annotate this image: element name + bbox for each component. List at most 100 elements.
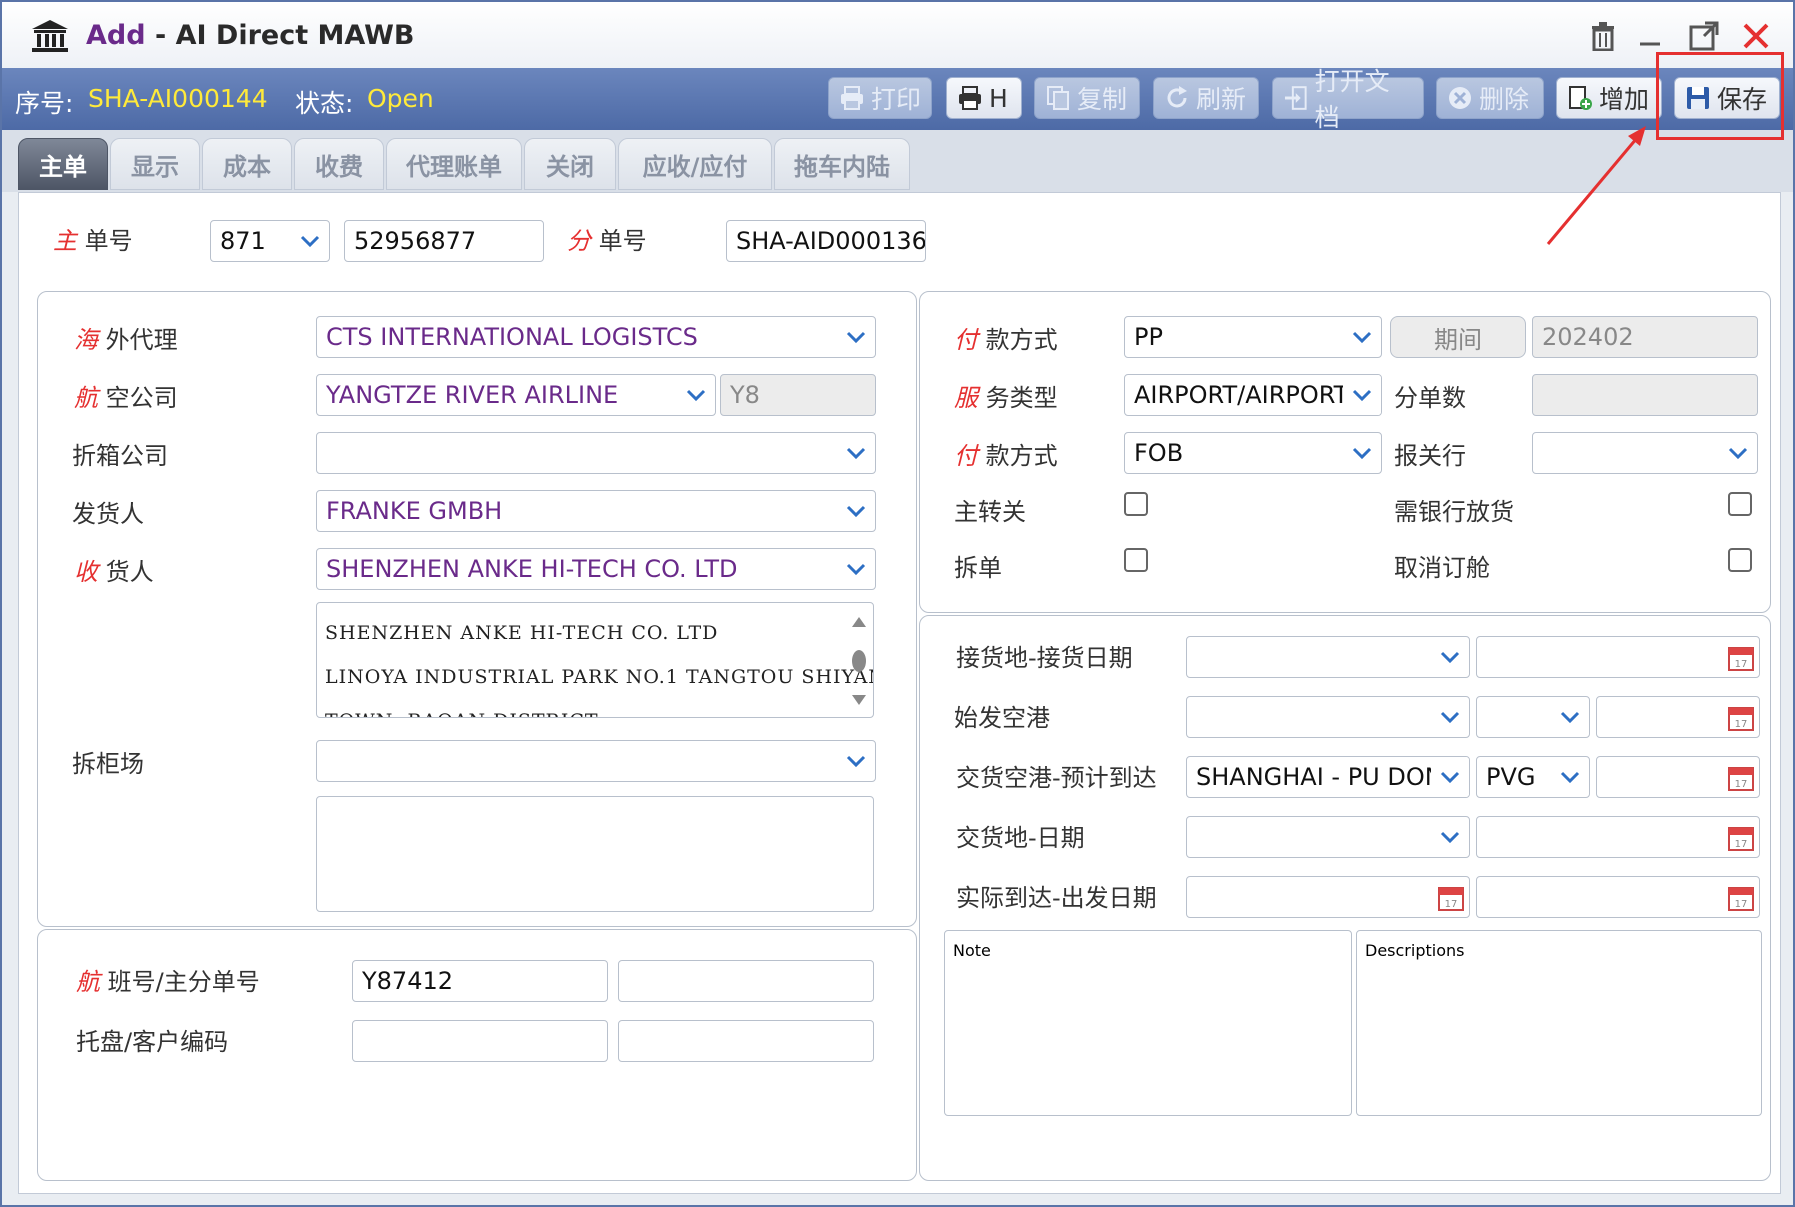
add-button[interactable]: 增加 [1556,77,1662,119]
chevron-down-icon[interactable] [837,317,875,357]
master-house-input[interactable] [618,960,874,1002]
chevron-down-icon[interactable] [1431,637,1469,677]
delivery-date-input[interactable]: 17 [1476,816,1760,858]
split-label: 拆单 [954,554,1002,582]
h-button[interactable]: H [946,77,1022,119]
origin-date-input[interactable]: 17 [1596,696,1760,738]
chevron-down-icon[interactable] [1551,697,1589,737]
chevron-down-icon[interactable] [1719,433,1757,473]
consignee-address-text: SHENZHEN ANKE HI-TECH CO. LTD LINOYA IND… [325,622,873,717]
pallet-input[interactable] [352,1020,608,1062]
consignee-select[interactable]: SHENZHEN ANKE HI-TECH CO. LTD [316,548,876,590]
flight-label: 航 班号/主分单号 [76,962,260,997]
split-checkbox[interactable] [1124,548,1148,572]
shipper-select[interactable]: FRANKE GMBH [316,490,876,532]
print-button[interactable]: 打印 [828,77,932,119]
period-button[interactable]: 期间 [1390,316,1526,358]
chevron-down-icon[interactable] [837,549,875,589]
chevron-down-icon[interactable] [1343,375,1381,415]
chevron-down-icon[interactable] [1343,433,1381,473]
printer-icon [959,86,981,110]
add-label: 增加 [1599,85,1650,114]
receipt-date-input[interactable]: 17 [1476,636,1760,678]
main-transfer-checkbox[interactable] [1124,492,1148,516]
chevron-down-icon[interactable] [677,375,715,415]
devanning-co-select[interactable] [316,432,876,474]
chevron-down-icon[interactable] [1431,697,1469,737]
overseas-agent-select[interactable]: CTS INTERNATIONAL LOGISTCS [316,316,876,358]
minimize-icon[interactable] [1630,16,1670,56]
open-doc-button[interactable]: 打开文档 [1272,67,1424,132]
airline-select[interactable]: YANGTZE RIVER AIRLINE [316,374,716,416]
receipt-place-select[interactable] [1186,636,1470,678]
delivery-place-select[interactable] [1186,816,1470,858]
tab-trucking[interactable]: 拖车内陆 [774,138,910,190]
note-textarea[interactable]: Note [944,930,1352,1116]
close-icon[interactable] [1736,16,1776,56]
actual-label: 实际到达-出发日期 [956,884,1157,912]
actual-arrival-input[interactable]: 17 [1186,876,1470,918]
tab-receivable-payable[interactable]: 应收/应付 [618,138,772,190]
pallet-label: 托盘/客户编码 [76,1028,229,1056]
scrollbar[interactable] [849,611,869,711]
chevron-down-icon[interactable] [1431,817,1469,857]
refresh-button[interactable]: 刷新 [1153,77,1259,119]
h-label: H [989,83,1008,113]
delivery-label: 交货地-日期 [956,824,1085,852]
tab-charges[interactable]: 收费 [294,138,384,190]
window-title: Add - AI Direct MAWB [86,20,414,51]
actual-departure-input[interactable]: 17 [1476,876,1760,918]
calendar-icon[interactable]: 17 [1727,884,1755,912]
chevron-down-icon[interactable] [1431,757,1469,797]
calendar-icon[interactable]: 17 [1727,704,1755,732]
chevron-down-icon[interactable] [1343,317,1381,357]
delete-button[interactable]: 删除 [1436,77,1544,119]
calendar-icon[interactable]: 17 [1437,884,1465,912]
svg-text:17: 17 [1445,899,1458,910]
customs-broker-select[interactable] [1532,432,1758,474]
payment-method-label-r: 付 [954,326,978,354]
tab-cost[interactable]: 成本 [202,138,292,190]
calendar-icon[interactable]: 17 [1727,824,1755,852]
flight-no-input[interactable]: Y87412 [352,960,608,1002]
service-type-select[interactable]: AIRPORT/AIRPORT [1124,374,1382,416]
descriptions-placeholder: Descriptions [1365,941,1465,960]
bank-release-checkbox[interactable] [1728,492,1752,516]
printer-icon [841,86,863,110]
chevron-down-icon[interactable] [291,221,329,261]
maximize-icon[interactable] [1684,16,1724,56]
status-label: 状态: [295,89,354,118]
calendar-icon[interactable]: 17 [1727,764,1755,792]
tab-main[interactable]: 主单 [18,138,108,190]
tab-agent-bill[interactable]: 代理账单 [386,138,522,190]
overseas-agent-label: 海 外代理 [74,320,178,355]
tab-display[interactable]: 显示 [110,138,200,190]
payment-method-select[interactable]: PP [1124,316,1382,358]
service-type-value: AIRPORT/AIRPORT [1134,381,1349,409]
house-no-input[interactable]: SHA-AID000136 [726,220,926,262]
payment-method-label-text: 款方式 [985,326,1058,354]
descriptions-textarea[interactable]: Descriptions [1356,930,1762,1116]
consignee-address-textarea[interactable]: SHENZHEN ANKE HI-TECH CO. LTD LINOYA IND… [316,602,874,718]
customer-code-input[interactable] [618,1020,874,1062]
chevron-down-icon[interactable] [837,741,875,781]
cancel-booking-checkbox[interactable] [1728,548,1752,572]
window: Add - AI Direct MAWB 序号: SHA-AI000144 状态… [0,0,1795,1207]
devanning-yard-textarea[interactable] [316,796,874,912]
master-no-input[interactable]: 52956877 [344,220,544,262]
freight-term-select[interactable]: FOB [1124,432,1382,474]
dest-port-select[interactable]: SHANGHAI - PU DONG [1186,756,1470,798]
devanning-yard-select[interactable] [316,740,876,782]
chevron-down-icon[interactable] [837,491,875,531]
eta-input[interactable]: 17 [1596,756,1760,798]
calendar-icon[interactable]: 17 [1727,644,1755,672]
dest-code-select[interactable]: PVG [1476,756,1590,798]
copy-button[interactable]: 复制 [1034,77,1140,119]
trash-icon[interactable] [1583,16,1623,56]
origin-code-select[interactable] [1476,696,1590,738]
chevron-down-icon[interactable] [1551,757,1589,797]
master-prefix-select[interactable]: 871 [210,220,330,262]
chevron-down-icon[interactable] [837,433,875,473]
origin-port-select[interactable] [1186,696,1470,738]
tab-close[interactable]: 关闭 [524,138,616,190]
